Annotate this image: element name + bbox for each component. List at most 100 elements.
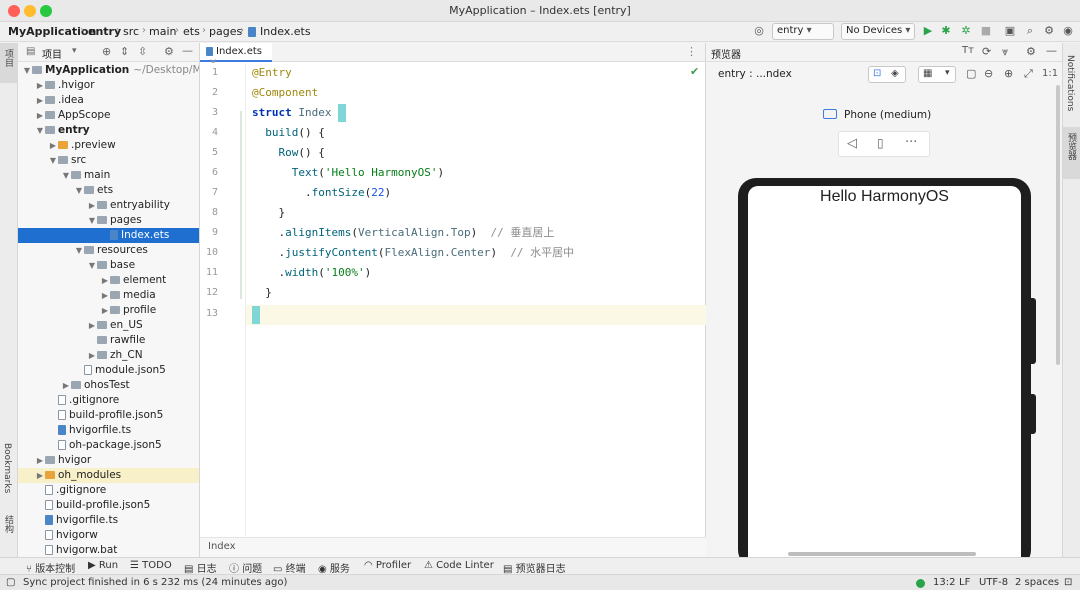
tree-item[interactable]: ▼ src: [18, 153, 199, 168]
chevron-right-icon[interactable]: ▶: [35, 93, 45, 108]
tree-item[interactable]: ▶ oh_modules: [18, 468, 199, 483]
chevron-down-icon[interactable]: ▾: [72, 46, 77, 56]
tree-item[interactable]: ▼ MyApplication~/Desktop/MyA: [18, 63, 199, 78]
zoom-out-icon[interactable]: ⊖: [984, 67, 993, 80]
tree-item[interactable]: ▶ zh_CN: [18, 348, 199, 363]
chevron-right-icon[interactable]: ▶: [35, 453, 45, 468]
zoom-ratio[interactable]: 1:1: [1042, 68, 1058, 79]
search-icon[interactable]: ⌕: [1022, 24, 1038, 38]
back-icon[interactable]: ◁: [847, 136, 857, 151]
chevron-down-icon[interactable]: ▼: [74, 243, 84, 258]
tree-item[interactable]: hvigorw.bat: [18, 543, 199, 557]
breadcrumb-src[interactable]: src: [123, 25, 139, 38]
tree-item[interactable]: ▼ main: [18, 168, 199, 183]
phone-screen[interactable]: Hello HarmonyOS: [748, 186, 1021, 566]
tree-item[interactable]: ▼ resources: [18, 243, 199, 258]
project-tool-tab[interactable]: 项目: [0, 43, 18, 83]
hide-panel-icon[interactable]: —: [1046, 44, 1057, 57]
tab-index-ets[interactable]: Index.ets ×: [200, 43, 272, 68]
module-select[interactable]: entry ▾: [772, 23, 834, 40]
expand-all-icon[interactable]: ⇕: [120, 45, 129, 58]
chevron-down-icon[interactable]: ▼: [87, 258, 97, 273]
rotate-icon[interactable]: ▯: [877, 136, 884, 150]
tree-item[interactable]: ▼ pages: [18, 213, 199, 228]
chevron-right-icon[interactable]: ▶: [100, 303, 110, 318]
tree-item[interactable]: hvigorfile.ts: [18, 513, 199, 528]
more-options-icon[interactable]: ⋮: [686, 45, 697, 58]
tool-log[interactable]: ▤ 日志: [184, 560, 217, 575]
attach-debugger-icon[interactable]: ✲: [958, 24, 974, 37]
chevron-right-icon[interactable]: ▶: [35, 78, 45, 93]
inspector-toggle[interactable]: ⊡ ◈: [868, 66, 906, 83]
tree-item[interactable]: ▶ entryability: [18, 198, 199, 213]
breadcrumb-main[interactable]: main: [149, 25, 176, 38]
cursor-position[interactable]: 13:2: [933, 577, 955, 588]
collapse-all-icon[interactable]: ⇳: [138, 45, 147, 58]
font-size-icon[interactable]: Tт: [962, 45, 974, 56]
lock-icon[interactable]: ⊡: [1064, 577, 1072, 588]
tree-item[interactable]: Index.ets: [18, 228, 199, 243]
chevron-down-icon[interactable]: ▼: [74, 183, 84, 198]
chevron-right-icon[interactable]: ▶: [87, 198, 97, 213]
gear-icon[interactable]: ⚙: [1041, 24, 1057, 37]
chevron-down-icon[interactable]: ▼: [48, 153, 58, 168]
previewer-horizontal-scrollbar[interactable]: [788, 552, 976, 556]
tool-run[interactable]: ▶ Run: [88, 560, 118, 571]
line-ending[interactable]: LF: [959, 577, 970, 588]
tree-item[interactable]: ▼ ets: [18, 183, 199, 198]
locate-icon[interactable]: ⊕: [102, 45, 111, 58]
file-encoding[interactable]: UTF-8: [979, 577, 1008, 588]
structure-tool-label[interactable]: 结构: [2, 515, 15, 533]
chevron-right-icon[interactable]: ▶: [100, 273, 110, 288]
target-icon[interactable]: ◎: [751, 24, 767, 37]
grid-select[interactable]: ▦ ▾: [918, 66, 956, 83]
tool-services[interactable]: ◉ 服务: [318, 560, 350, 575]
breadcrumb-ets[interactable]: ets: [183, 25, 200, 38]
tree-item[interactable]: ▶ ohosTest: [18, 378, 199, 393]
fit-screen-icon[interactable]: ⤢: [1024, 67, 1033, 81]
tree-item[interactable]: hvigorw: [18, 528, 199, 543]
tree-item[interactable]: ▶ .idea: [18, 93, 199, 108]
tool-todo[interactable]: ☰ TODO: [130, 560, 172, 571]
device-manager-icon[interactable]: ▣: [1002, 24, 1018, 37]
zoom-in-icon[interactable]: ⊕: [1004, 67, 1013, 80]
chevron-right-icon[interactable]: ▶: [35, 108, 45, 123]
chevron-right-icon[interactable]: ▶: [48, 138, 58, 153]
bookmarks-tool-label[interactable]: Bookmarks: [2, 443, 12, 493]
chevron-right-icon[interactable]: ▶: [100, 288, 110, 303]
tree-item[interactable]: ▶ .preview: [18, 138, 199, 153]
chevron-right-icon[interactable]: ▶: [87, 318, 97, 333]
filter-icon[interactable]: ⩔: [1002, 45, 1008, 59]
tree-item[interactable]: ▶ en_US: [18, 318, 199, 333]
device-select[interactable]: No Devices ▾: [841, 23, 915, 40]
tree-item[interactable]: ▶ AppScope: [18, 108, 199, 123]
project-panel-title[interactable]: 项目: [42, 46, 62, 61]
tree-item[interactable]: ▶ hvigor: [18, 453, 199, 468]
breadcrumb-file[interactable]: Index.ets: [260, 25, 311, 38]
account-icon[interactable]: ◉: [1060, 24, 1076, 37]
tree-item[interactable]: ▼ base: [18, 258, 199, 273]
tool-previewer-log[interactable]: ▤ 预览器日志: [503, 560, 566, 575]
chevron-right-icon[interactable]: ▶: [35, 468, 45, 483]
chevron-right-icon[interactable]: ▶: [87, 348, 97, 363]
tool-profiler[interactable]: ◠ Profiler: [364, 560, 411, 571]
hide-panel-icon[interactable]: —: [182, 44, 193, 57]
chevron-down-icon[interactable]: ▼: [87, 213, 97, 228]
tool-version-control[interactable]: ⑂ 版本控制: [26, 560, 75, 575]
tree-item[interactable]: ▶ .hvigor: [18, 78, 199, 93]
chevron-down-icon[interactable]: ▼: [35, 123, 45, 138]
tree-item[interactable]: oh-package.json5: [18, 438, 199, 453]
stop-icon[interactable]: ■: [978, 24, 994, 37]
previewer-tool-tab[interactable]: 预览器: [1063, 127, 1080, 179]
notifications-tool-label[interactable]: Notifications: [1065, 55, 1075, 111]
chevron-down-icon[interactable]: ▼: [22, 63, 32, 78]
tree-item[interactable]: hvigorfile.ts: [18, 423, 199, 438]
editor-footer-label[interactable]: Index: [208, 541, 236, 552]
status-message[interactable]: Sync project finished in 6 s 232 ms (24 …: [23, 577, 287, 588]
gear-icon[interactable]: ⚙: [164, 45, 174, 58]
indent-setting[interactable]: 2 spaces: [1015, 577, 1059, 588]
breadcrumb-pages[interactable]: pages: [209, 25, 242, 38]
debug-icon[interactable]: ✱: [938, 24, 954, 37]
tree-item[interactable]: build-profile.json5: [18, 408, 199, 423]
panel-layout-icon[interactable]: ▤: [26, 46, 35, 57]
